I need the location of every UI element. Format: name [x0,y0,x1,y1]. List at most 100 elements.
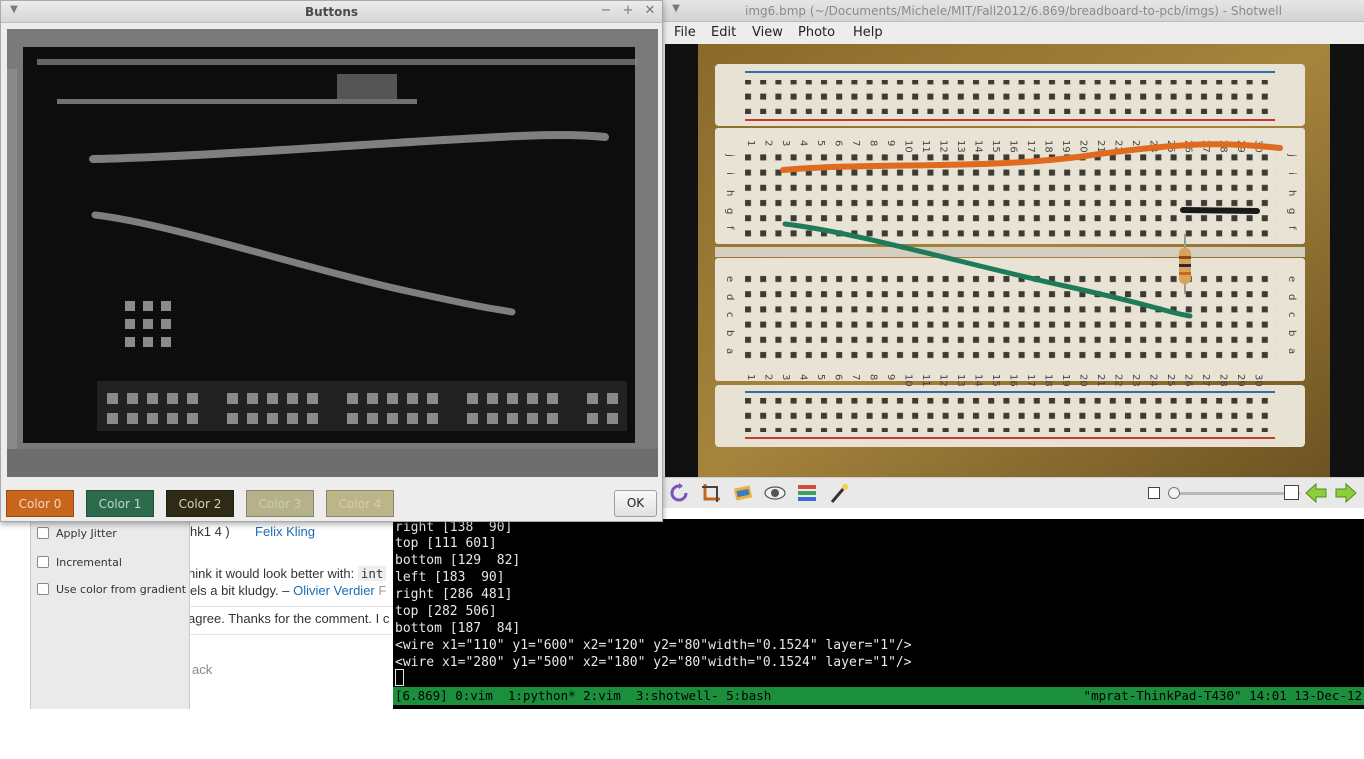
segmentation-image [7,29,658,477]
breadboard-column-number: 6 [833,374,844,380]
segmentation-hole [307,413,318,424]
segmentation-hole [147,393,158,404]
breadboard-column-number: 19 [1060,374,1071,387]
comment-user-link[interactable]: Olivier Verdier [293,583,375,598]
incremental-option[interactable]: Incremental [37,553,122,571]
breadboard-column-number: 19 [1060,140,1071,153]
breadboard-column-number: 5 [815,140,826,146]
shotwell-toolbar [663,477,1364,508]
menu-photo[interactable]: Photo [798,25,835,40]
color-from-gradient-option[interactable]: Use color from gradient [37,580,186,598]
menu-edit[interactable]: Edit [711,25,736,40]
terminal-line: right [286 481] [395,587,513,602]
adjust-icon[interactable] [796,482,818,504]
breadboard-photo[interactable]: 1 2 3 4 5 6 7 8 9 10 11 12 13 14 15 16 17 18 19 20 21 22 23 24 2… [665,44,1364,477]
color-2-button[interactable]: Color 2 [166,490,234,517]
ok-button[interactable]: OK [614,490,657,517]
breadboard-column-number: 4 [798,374,809,380]
comment-user-link[interactable]: Felix Kling [255,524,315,539]
breadboard-column-number: 10 [903,374,914,387]
breadboard-column-number: 15 [990,140,1001,153]
segmentation-hole [387,393,398,404]
breadboard-column-number: 11 [920,140,931,153]
segmentation-hole [287,393,298,404]
breadboard-row-letter: c [724,312,735,318]
apply-jitter-option[interactable]: Apply Jitter [37,524,117,542]
segmentation-hole [587,393,598,404]
redeye-icon[interactable] [764,482,786,504]
segmentation-hole [167,393,178,404]
inline-code: int [357,566,387,581]
segmentation-mask [7,29,658,477]
segmentation-hole [607,393,618,404]
maximize-icon[interactable]: + [621,4,635,18]
shotwell-window: ▼ img6.bmp (~/Documents/Michele/MIT/Fall… [663,0,1364,508]
terminal-line: bottom [187 84] [395,621,521,636]
breadboard-column-number: 3 [780,140,791,146]
breadboard-column-number: 12 [938,374,949,387]
menu-view[interactable]: View [752,25,783,40]
tmux-window-list[interactable]: [6.869] 0:vim 1:python* 2:vim 3:shotwell… [395,687,771,705]
menu-help[interactable]: Help [853,25,883,40]
breadboard-column-number: 27 [1200,374,1211,387]
breadboard-image: 1 2 3 4 5 6 7 8 9 10 11 12 13 14 15 16 17 18 19 20 21 22 23 24 2… [665,44,1364,477]
breadboard-column-number: 13 [955,140,966,153]
shotwell-window-title: img6.bmp (~/Documents/Michele/MIT/Fall20… [745,4,1282,18]
breadboard-column-number: 12 [938,140,949,153]
menu-file[interactable]: File [674,25,696,40]
zoom-in-icon[interactable] [1284,485,1299,500]
apply-jitter-label: Apply Jitter [56,526,117,540]
minimize-icon[interactable]: − [599,4,613,18]
segmentation-hole [547,393,558,404]
previous-photo-icon[interactable] [1304,482,1328,504]
zoom-out-icon[interactable] [1148,487,1160,499]
incremental-label: Incremental [56,555,122,569]
color-1-button[interactable]: Color 1 [86,490,154,517]
color-0-button[interactable]: Color 0 [6,490,74,517]
segmentation-hole [147,413,158,424]
rotate-icon[interactable] [668,482,690,504]
breadboard-column-number: 11 [920,374,931,387]
breadboard-row-letter: f [724,226,735,230]
color-4-button[interactable]: Color 4 [326,490,394,517]
segmentation-hole [407,393,418,404]
crop-icon[interactable] [700,482,722,504]
comment-line: els a bit kludgy. – Olivier Verdier F [190,583,387,598]
zoom-slider[interactable] [1168,486,1300,500]
color-from-gradient-checkbox[interactable] [37,583,49,595]
next-photo-icon[interactable] [1334,482,1358,504]
zoom-track [1168,492,1300,495]
terminal-line: left [183 90] [395,570,505,585]
color-3-button[interactable]: Color 3 [246,490,314,517]
terminal-window[interactable]: right [138 90] top [111 601] bottom [129… [393,519,1364,709]
terminal-line: bottom [129 82] [395,553,521,568]
breadboard-row-letter: e [724,276,735,282]
segmentation-hole [527,393,538,404]
color-from-gradient-label: Use color from gradient [56,582,187,596]
breadboard-column-number: 22 [1113,374,1124,387]
segmentation-hole [187,393,198,404]
breadboard-column-number: 8 [868,374,879,380]
terminal-line: top [282 506] [395,604,497,619]
segmentation-hole [267,393,278,404]
segmentation-hole [387,413,398,424]
shotwell-menubar: File Edit View Photo Help [663,22,1364,44]
breadboard-row-letter: a [724,348,735,354]
apply-jitter-checkbox[interactable] [37,527,49,539]
segmentation-hole [267,413,278,424]
buttons-titlebar[interactable]: ▼ Buttons − + ✕ [1,1,662,23]
breadboard-row-letter: j [1286,153,1297,157]
breadboard-column-number: 1 [745,140,756,146]
back-link[interactable]: ack [192,662,212,677]
enhance-icon[interactable] [828,482,850,504]
close-icon[interactable]: ✕ [643,4,657,18]
breadboard-column-number: 7 [850,374,861,380]
straighten-icon[interactable] [732,482,754,504]
segmentation-hole [127,393,138,404]
shotwell-titlebar[interactable]: ▼ img6.bmp (~/Documents/Michele/MIT/Fall… [663,0,1364,22]
zoom-knob[interactable] [1168,487,1180,499]
breadboard-column-number: 8 [868,140,879,146]
breadboard-row-letter: h [1286,190,1297,196]
breadboard-row-letter: j [724,153,735,157]
incremental-checkbox[interactable] [37,556,49,568]
